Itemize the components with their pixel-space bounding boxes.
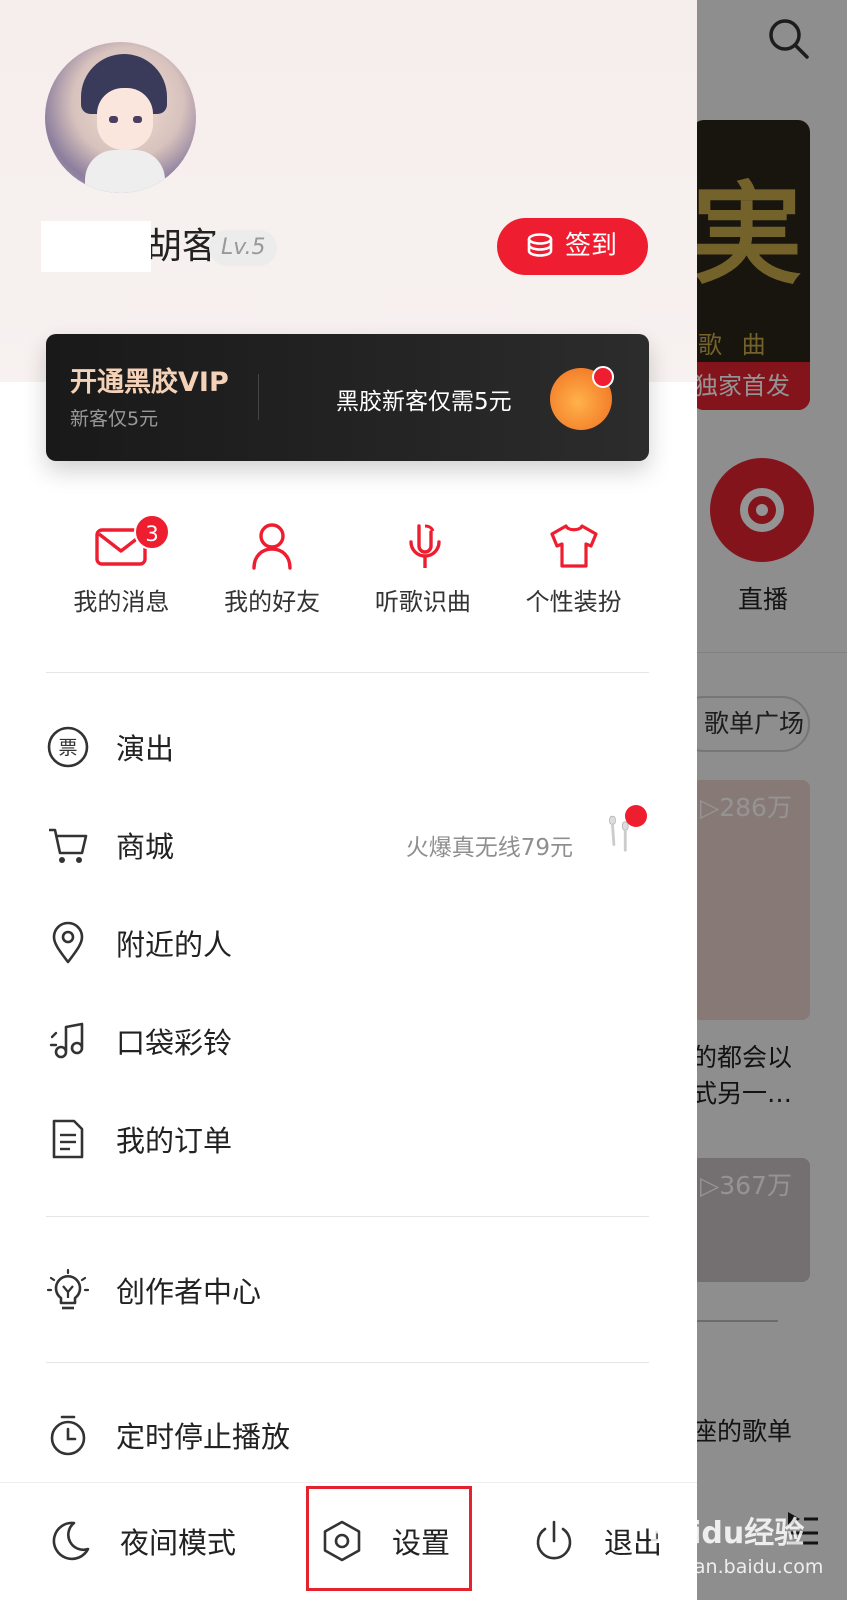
music-note-icon [49,1022,84,1059]
watermark: Baidu经验 [648,1516,805,1551]
menu-item-sleep-timer[interactable]: 定时停止播放 [46,1405,649,1465]
vip-title: 开通黑胶VIP [70,367,229,398]
side-drawer: 胡客 Lv.5 签到 开通黑胶VIP 新客仅5元 黑胶新客仅需5元 3 我的消息 [0,0,697,1600]
logout-button[interactable]: 退出 [532,1509,662,1573]
annotation-highlight-box [306,1486,472,1591]
quick-action-themes[interactable]: 个性装扮 [498,520,649,630]
menu-item-ringtones[interactable]: 口袋彩铃 [46,1011,649,1071]
document-icon [52,1119,84,1159]
avatar[interactable] [45,42,196,193]
moon-icon [52,1521,90,1561]
microphone-icon [409,524,441,568]
night-mode-button[interactable]: 夜间模式 [48,1509,236,1573]
vip-card[interactable]: 开通黑胶VIP 新客仅5元 黑胶新客仅需5元 [46,334,649,461]
cart-icon [49,828,88,863]
person-icon [252,523,292,570]
watermark-url: jingyan.baidu.com [648,1556,824,1578]
menu-item-orders[interactable]: 我的订单 [46,1109,649,1169]
svg-text:票: 票 [58,737,77,759]
signin-button[interactable]: 签到 [497,218,648,275]
vip-gift-icon [550,366,614,430]
quick-actions: 3 我的消息 我的好友 听歌识曲 个性装扮 [46,514,649,630]
quick-action-label: 我的消息 [73,588,170,616]
level-badge[interactable]: Lv.5 [209,230,278,266]
ticket-icon: 票 [47,726,89,768]
redaction-mask [41,221,151,272]
quick-action-label: 我的好友 [224,588,321,616]
message-count-badge: 3 [134,514,170,550]
username[interactable]: 胡客 [146,224,218,270]
signin-label: 签到 [565,231,618,261]
notification-dot [625,805,647,827]
quick-action-song-recognition[interactable]: 听歌识曲 [348,520,499,630]
timer-icon [50,1415,86,1456]
quick-action-messages[interactable]: 3 我的消息 [46,514,197,630]
menu-item-store[interactable]: 商城 火爆真无线79元 [46,805,649,875]
vip-subtitle: 新客仅5元 [70,408,159,430]
quick-action-friends[interactable]: 我的好友 [197,520,348,630]
power-icon [536,1520,572,1560]
quick-action-label: 听歌识曲 [374,588,471,616]
coins-icon [527,232,553,257]
location-pin-icon [52,921,84,964]
lightbulb-icon [46,1268,90,1310]
vip-promo: 黑胶新客仅需5元 [336,389,512,415]
store-promo-text: 火爆真无线79元 [405,835,573,861]
menu-item-shows[interactable]: 票 演出 [46,717,649,777]
earbuds-icon [599,805,647,871]
menu-item-nearby[interactable]: 附近的人 [46,913,649,973]
menu-item-creator-center[interactable]: 创作者中心 [46,1260,649,1320]
tshirt-icon [550,524,598,568]
quick-action-label: 个性装扮 [525,588,622,616]
